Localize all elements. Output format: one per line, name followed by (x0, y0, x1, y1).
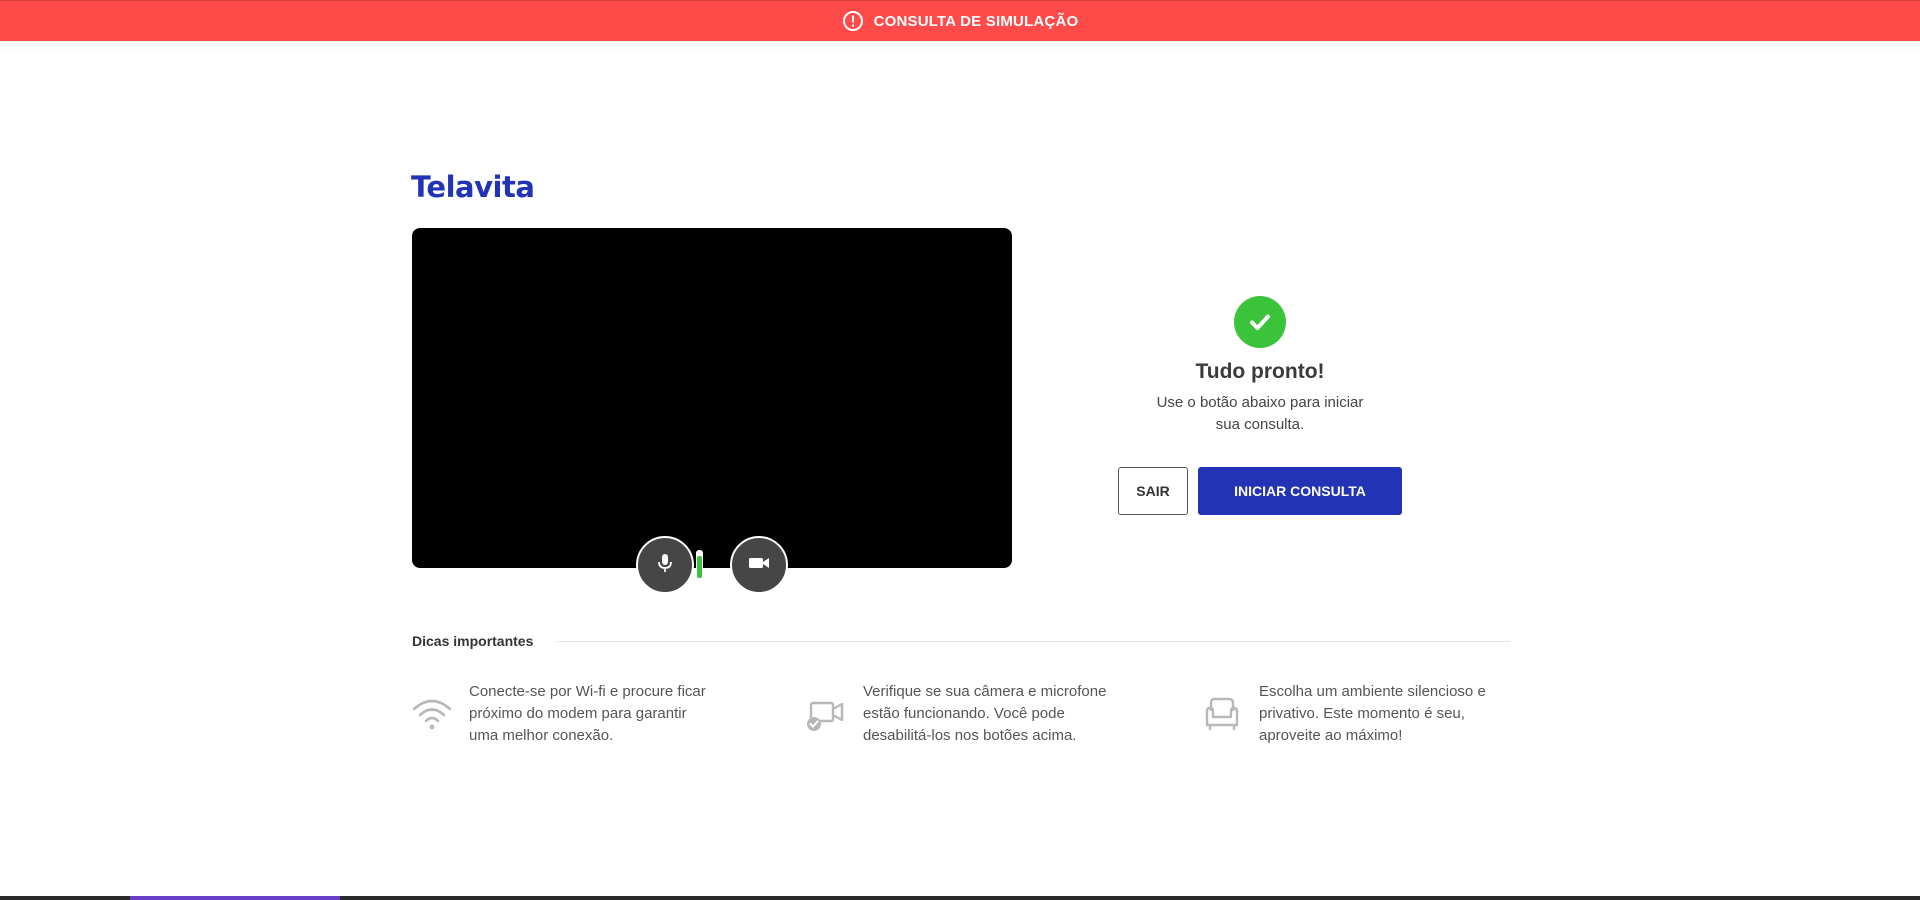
wifi-icon (411, 693, 453, 735)
ready-message: Use o botão abaixo para iniciar sua cons… (1156, 394, 1364, 433)
tip-item-environment: Escolha um ambiente silencioso e privati… (1201, 681, 1504, 747)
microphone-icon (656, 552, 674, 579)
camera-toggle-button[interactable] (730, 536, 788, 594)
tip-text: Conecte-se por Wi-fi e procure ficar pró… (469, 683, 706, 744)
tip-item-camera: Verifique se sua câmera e microfone estã… (805, 681, 1108, 747)
taskbar-accent (130, 896, 340, 900)
tips-divider (557, 640, 1510, 642)
tip-text: Escolha um ambiente silencioso e privati… (1259, 683, 1486, 744)
tip-text: Verifique se sua câmera e microfone estã… (863, 683, 1107, 744)
ready-title: Tudo pronto! (1195, 360, 1325, 383)
ready-panel: Tudo pronto! Use o botão abaixo para ini… (1110, 296, 1410, 436)
start-consultation-button[interactable]: INICIAR CONSULTA (1198, 467, 1402, 515)
tip-item-wifi: Conecte-se por Wi-fi e procure ficar pró… (411, 681, 714, 747)
video-camera-icon (748, 555, 770, 576)
video-check-icon (805, 693, 847, 735)
alert-circle-icon (842, 10, 864, 32)
simulation-banner: CONSULTA DE SIMULAÇÃO (0, 0, 1920, 41)
check-circle-icon (1234, 296, 1286, 348)
bottom-taskbar (0, 896, 1920, 900)
banner-shadow (0, 41, 1920, 51)
armchair-icon (1201, 693, 1243, 735)
microphone-toggle-button[interactable] (636, 536, 694, 594)
mic-level-indicator (696, 550, 703, 580)
tips-heading: Dicas importantes (412, 633, 534, 649)
mic-level-fill (697, 556, 702, 578)
video-preview (412, 228, 1012, 568)
tips-header: Dicas importantes (412, 631, 1510, 651)
banner-text: CONSULTA DE SIMULAÇÃO (873, 12, 1079, 30)
telavita-logo: Telavita (411, 170, 535, 204)
exit-button[interactable]: SAIR (1118, 467, 1188, 515)
action-buttons: SAIR INICIAR CONSULTA (1118, 467, 1402, 515)
